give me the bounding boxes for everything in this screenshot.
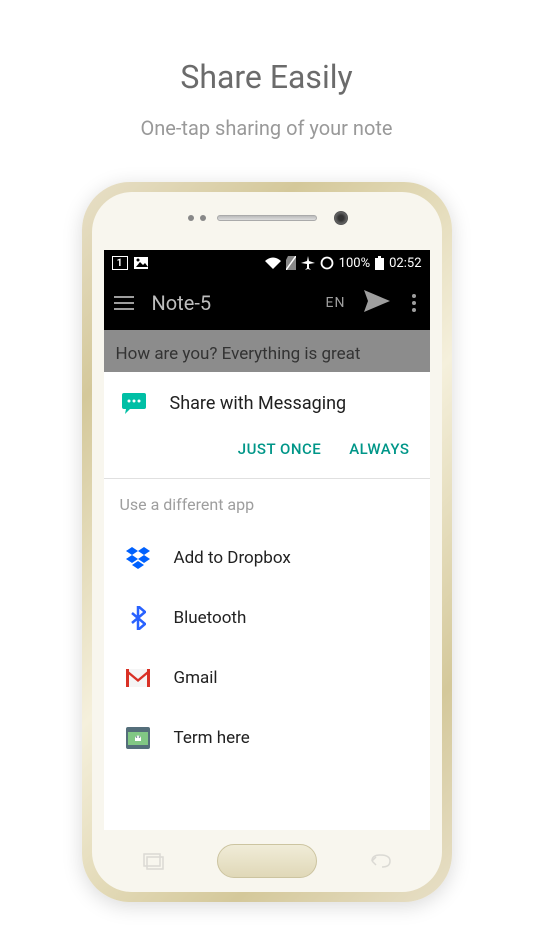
app-label: Gmail — [174, 668, 218, 688]
circle-icon — [320, 256, 334, 270]
promo-title: Share Easily — [0, 0, 533, 96]
note-content: How are you? Everything is great — [104, 330, 430, 372]
phone-screen: 1 — [104, 250, 430, 830]
dropbox-icon — [126, 546, 150, 570]
promo-subtitle: One-tap sharing of your note — [0, 96, 533, 140]
app-row-dropbox[interactable]: Add to Dropbox — [120, 528, 414, 588]
share-primary-row[interactable]: Share with Messaging — [104, 372, 430, 424]
just-once-button[interactable]: JUST ONCE — [238, 440, 322, 458]
app-row-bluetooth[interactable]: Bluetooth — [120, 588, 414, 648]
hamburger-menu-icon[interactable] — [114, 296, 134, 310]
picture-icon — [134, 257, 148, 269]
wifi-icon — [265, 257, 281, 269]
app-label: Add to Dropbox — [174, 548, 291, 568]
phone-top-bezel — [92, 192, 442, 244]
alt-apps-label: Use a different app — [120, 495, 414, 528]
android-app-icon — [126, 726, 150, 750]
bluetooth-icon — [126, 606, 150, 630]
phone-body: 1 — [92, 192, 442, 892]
battery-percent: 100% — [339, 256, 370, 271]
front-camera — [334, 211, 348, 225]
always-button[interactable]: ALWAYS — [349, 440, 409, 458]
app-bar: Note-5 EN — [104, 276, 430, 330]
share-primary-label: Share with Messaging — [170, 393, 347, 414]
phone-frame: 1 — [82, 182, 452, 902]
note-title: Note-5 — [152, 291, 308, 315]
status-bar: 1 — [104, 250, 430, 276]
battery-icon — [375, 256, 384, 270]
sim-indicator-icon: 1 — [112, 256, 128, 270]
app-row-gmail[interactable]: Gmail — [120, 648, 414, 708]
overflow-menu-icon[interactable] — [408, 294, 420, 312]
back-key[interactable] — [368, 852, 392, 870]
messaging-icon — [120, 392, 148, 414]
app-label: Term here — [174, 728, 250, 748]
no-sim-icon — [286, 256, 296, 270]
clock: 02:52 — [389, 256, 421, 271]
send-icon[interactable] — [364, 290, 390, 316]
app-label: Bluetooth — [174, 608, 247, 628]
airplane-mode-icon — [301, 256, 315, 270]
share-dialog: Share with Messaging JUST ONCE ALWAYS Us… — [104, 372, 430, 830]
phone-speaker — [217, 215, 317, 221]
app-row-term[interactable]: Term here — [120, 708, 414, 768]
phone-bottom-bezel — [92, 830, 442, 892]
recent-apps-key[interactable] — [142, 852, 166, 870]
gmail-icon — [126, 666, 150, 690]
home-button[interactable] — [217, 844, 317, 878]
language-button[interactable]: EN — [326, 295, 346, 311]
